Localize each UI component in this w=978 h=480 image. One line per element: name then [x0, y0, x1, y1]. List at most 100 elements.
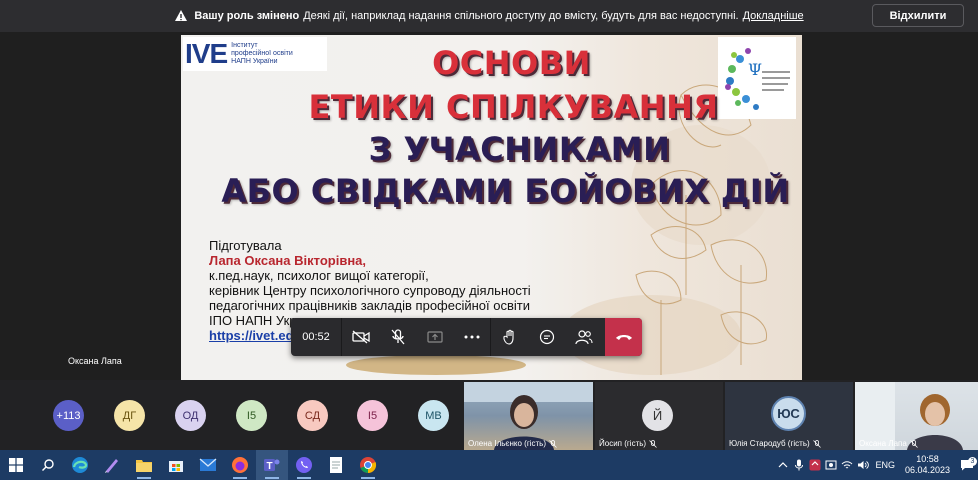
author-degree: к.пед.наук, психолог вищої категорії,: [209, 268, 429, 283]
more-icon: [464, 335, 479, 339]
search-icon: [42, 459, 54, 471]
file-explorer-taskbar-button[interactable]: [128, 450, 160, 480]
self-video-tile[interactable]: Оксана Лапа: [855, 382, 978, 450]
participant-video-tile[interactable]: Олена Ільєнко (гість): [464, 382, 593, 450]
pen-icon: [105, 459, 118, 473]
mic-off-icon: [549, 439, 557, 448]
clock[interactable]: 10:58 06.04.2023: [905, 454, 950, 476]
mail-icon: [199, 458, 217, 471]
author-position-2: педагогічних працівників закладів профес…: [209, 298, 530, 313]
participants-button[interactable]: [565, 318, 602, 356]
prepared-by: Підготувала: [209, 238, 282, 253]
people-icon: [574, 330, 593, 345]
chrome-icon: [360, 457, 377, 474]
firefox-icon: [232, 457, 248, 473]
pen-taskbar-button[interactable]: [96, 450, 128, 480]
participant-tile-name: Олена Ільєнко (гість): [468, 439, 557, 448]
share-screen-icon: [426, 331, 443, 343]
store-taskbar-button[interactable]: [160, 450, 192, 480]
mic-off-icon: [812, 439, 821, 448]
tray-volume-button[interactable]: [855, 460, 871, 470]
participant-avatar[interactable]: ОД: [175, 400, 206, 431]
viber-taskbar-button[interactable]: [288, 450, 320, 480]
slide-title-line-4: АБО СВІДКАМИ БОЙОВИХ ДІЙ: [221, 172, 790, 210]
slide-title-line-1: ОСНОВИ: [432, 44, 591, 82]
folder-icon: [136, 460, 152, 472]
participant-avatar[interactable]: І5: [236, 400, 267, 431]
participant-avatar: ЮС: [771, 396, 806, 431]
volume-icon: [858, 461, 870, 469]
call-control-bar: 00:52: [291, 318, 642, 356]
edge-icon: [72, 457, 88, 473]
participant-avatar[interactable]: І5: [357, 400, 388, 431]
system-tray: ENG 10:58 06.04.2023 3: [775, 450, 978, 480]
author-position-1: керівник Центру психологічного супроводу…: [209, 283, 531, 298]
store-icon: [169, 461, 183, 472]
more-actions-button[interactable]: [453, 318, 490, 356]
tray-app-button[interactable]: [823, 459, 839, 471]
cloud-icon: [825, 460, 837, 470]
start-button[interactable]: [0, 450, 32, 480]
clock-date: 06.04.2023: [904, 465, 950, 475]
firefox-taskbar-button[interactable]: [224, 450, 256, 480]
search-button[interactable]: [32, 450, 64, 480]
participant-avatar: Й: [642, 400, 673, 431]
wifi-icon: [842, 461, 853, 469]
mic-off-icon: [391, 329, 404, 345]
participant-tile-name: Оксана Лапа: [859, 439, 918, 448]
participant-tile-name: Йосип (гість): [599, 439, 657, 448]
svg-text:T: T: [267, 461, 273, 472]
raise-hand-button[interactable]: [491, 318, 528, 356]
chat-icon: [539, 329, 554, 345]
teams-icon: T: [264, 459, 280, 472]
windows-taskbar: T ENG 10:58 06.04.2023 3: [0, 450, 978, 480]
notepad-icon: [330, 457, 342, 473]
raise-hand-icon: [502, 329, 514, 345]
mic-off-icon: [649, 439, 657, 448]
windows-logo-icon: [9, 458, 23, 472]
teams-taskbar-button[interactable]: T: [256, 450, 288, 480]
warning-icon: [174, 9, 188, 23]
tray-wifi-button[interactable]: [839, 460, 855, 470]
notepad-taskbar-button[interactable]: [320, 450, 352, 480]
participant-tile[interactable]: ЮС Юлія Стародуб (гість): [725, 382, 853, 450]
chat-button[interactable]: [528, 318, 565, 356]
hang-up-icon: [615, 335, 632, 340]
leave-call-button[interactable]: [605, 318, 642, 356]
viber-icon: [296, 457, 312, 473]
participant-avatar[interactable]: ДГ: [114, 400, 145, 431]
banner-title: Вашу роль змінено: [194, 10, 300, 22]
mic-off-icon: [910, 439, 918, 448]
mail-taskbar-button[interactable]: [192, 450, 224, 480]
tray-expand-button[interactable]: [775, 462, 791, 468]
share-content-button[interactable]: [416, 318, 453, 356]
chevron-up-icon: [779, 462, 788, 468]
slide-title-line-2: ЕТИКИ СПІЛКУВАННЯ: [308, 88, 719, 126]
edge-taskbar-button[interactable]: [64, 450, 96, 480]
learn-more-link[interactable]: Докладніше: [743, 10, 804, 22]
presenter-name: Оксана Лапа: [68, 356, 122, 366]
slide-title-line-3: З УЧАСНИКАМИ: [368, 130, 671, 168]
camera-off-icon: [351, 330, 370, 344]
notifications-button[interactable]: 3: [956, 457, 978, 471]
clock-time: 10:58: [916, 454, 939, 464]
participant-avatar[interactable]: МВ: [418, 400, 449, 431]
participant-avatar[interactable]: СД: [297, 400, 328, 431]
language-indicator[interactable]: ENG: [875, 460, 895, 470]
camera-off-button[interactable]: [342, 318, 379, 356]
mic-off-button[interactable]: [379, 318, 416, 356]
teams-tray-icon: [809, 459, 821, 471]
participant-tile[interactable]: Й Йосип (гість): [595, 382, 723, 450]
more-participants-avatar[interactable]: +113: [53, 400, 84, 431]
author-name: Лапа Оксана Вікторівна,: [209, 253, 367, 268]
tray-mic-button[interactable]: [791, 459, 807, 471]
notification-count: 3: [968, 457, 977, 466]
chrome-taskbar-button[interactable]: [352, 450, 384, 480]
banner-message: Деякі дії, наприклад надання спільного д…: [303, 10, 739, 22]
participant-tile-name: Юлія Стародуб (гість): [729, 439, 821, 448]
tray-teams-button[interactable]: [807, 459, 823, 471]
dismiss-button[interactable]: Відхилити: [872, 4, 964, 27]
microphone-icon: [795, 459, 804, 471]
role-change-banner: Вашу роль змінено Деякі дії, наприклад н…: [0, 0, 978, 32]
call-timer: 00:52: [302, 331, 330, 343]
